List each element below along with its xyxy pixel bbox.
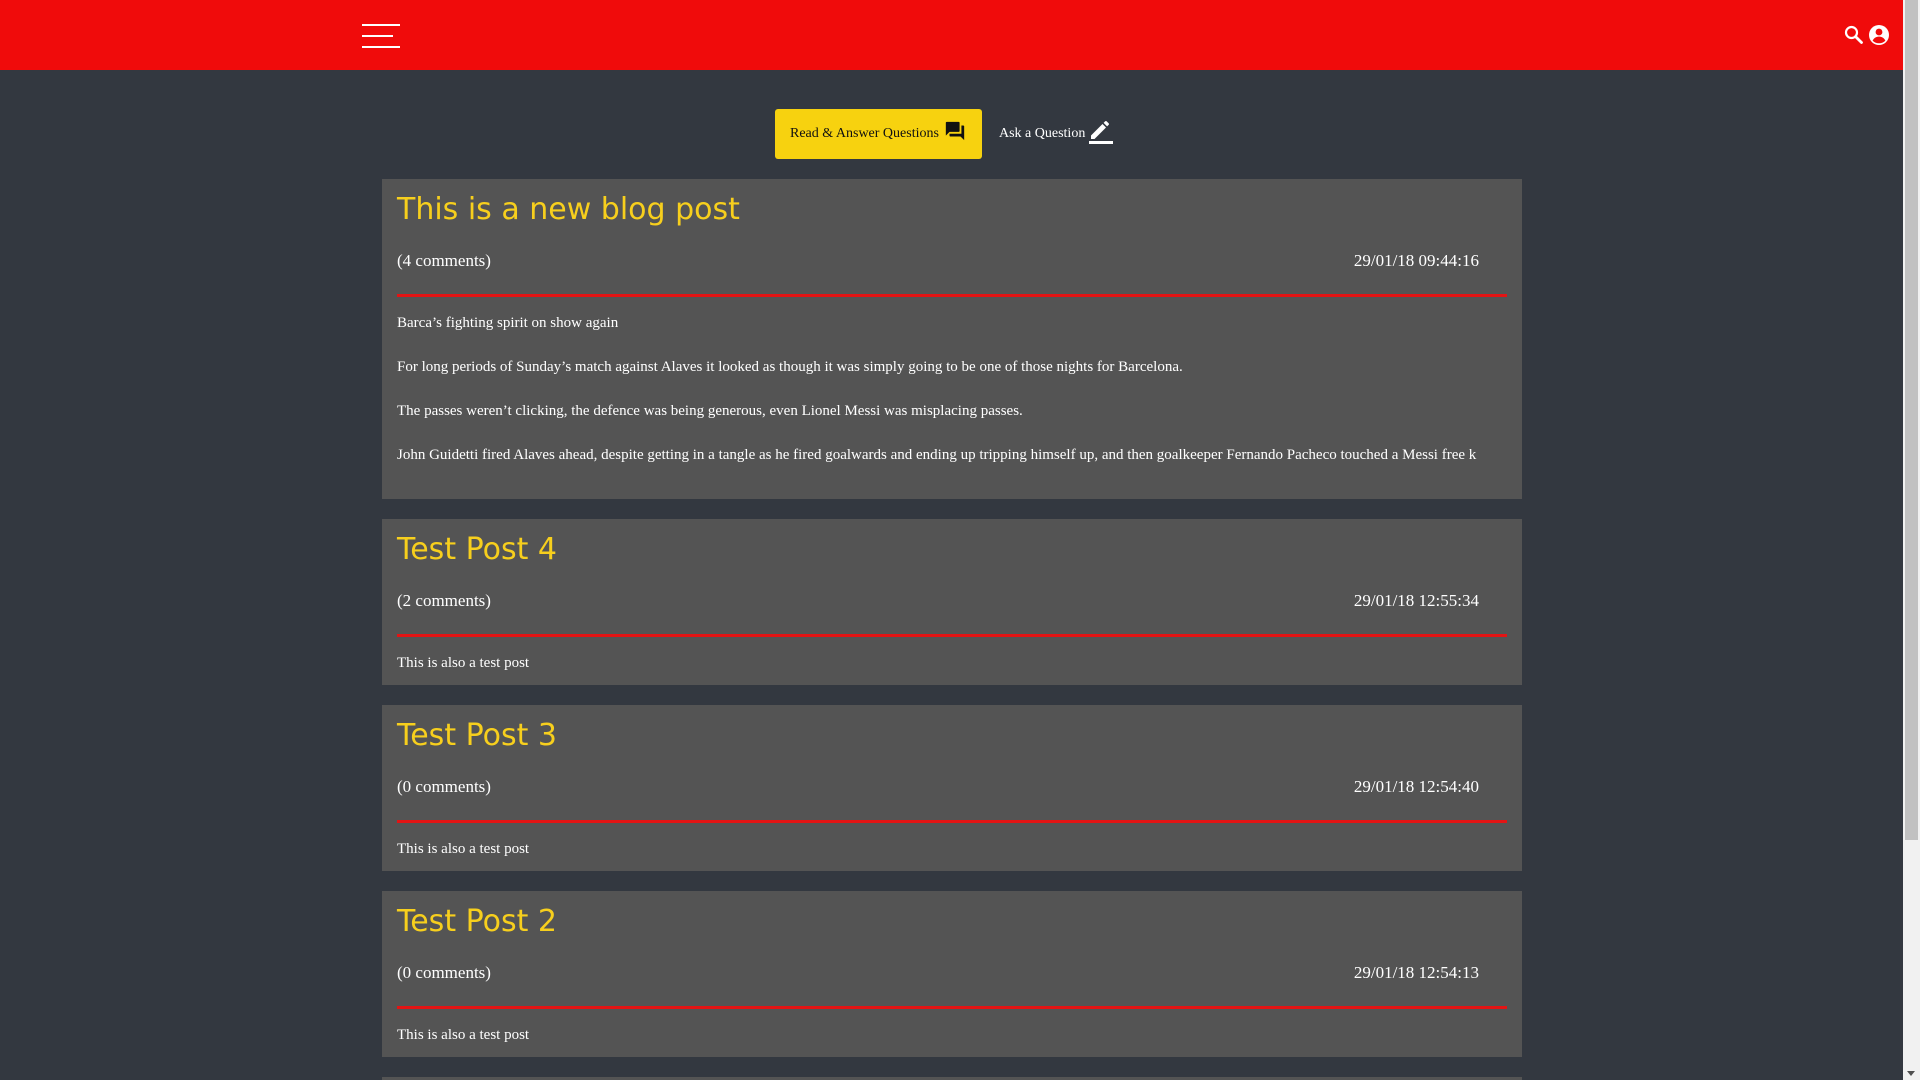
post-comments-count[interactable]: (4 comments) — [397, 251, 491, 271]
post-comments-count[interactable]: (2 comments) — [397, 591, 491, 611]
post-body: This is also a test post — [397, 838, 1507, 860]
post-date: 29/01/18 12:54:13 — [1353, 963, 1479, 982]
post-paragraph: This is also a test post — [397, 655, 530, 671]
post-date: 29/01/18 09:44:16 — [1353, 251, 1479, 270]
post-body: This is also a test post — [397, 1024, 1507, 1046]
post-card: Test Post 3 (0 comments) 29/01/18 12:54:… — [382, 705, 1522, 871]
ask-question-button[interactable]: Ask a Question — [995, 109, 1115, 159]
post-divider — [397, 820, 1507, 823]
post-divider — [397, 634, 1507, 637]
read-answer-questions-label: Read & Answer Questions — [790, 126, 939, 141]
post-date: 29/01/18 12:55:34 — [1353, 591, 1479, 610]
post-paragraph: For long periods of Sunday’s match again… — [397, 359, 1183, 375]
post-body: This is also a test post — [397, 652, 1507, 674]
post-comments-count[interactable]: (0 comments) — [397, 777, 491, 797]
account-circle-icon[interactable] — [1867, 23, 1891, 47]
search-icon[interactable] — [1842, 23, 1866, 47]
post-paragraph: Barca’s fighting spirit on show again — [397, 315, 619, 331]
post-paragraph: The passes weren’t clicking, the defence… — [397, 403, 1023, 419]
page: Read & Answer Questions Ask a Question T… — [0, 0, 1920, 1080]
top-app-bar — [0, 0, 1903, 70]
post-title[interactable]: Test Post 4 — [397, 533, 557, 567]
scroll-down-arrow-icon[interactable] — [1907, 1071, 1915, 1076]
pencil-icon — [1089, 121, 1114, 144]
ask-question-label: Ask a Question — [999, 126, 1086, 141]
post-paragraph: This is also a test post — [397, 841, 530, 857]
post-title[interactable]: This is a new blog post — [397, 193, 740, 227]
forum-icon — [945, 121, 965, 141]
post-divider — [397, 1006, 1507, 1009]
post-card: Test Post 4 (2 comments) 29/01/18 12:55:… — [382, 519, 1522, 685]
scrollbar-thumb[interactable] — [1905, 0, 1918, 840]
hamburger-menu-icon[interactable] — [362, 24, 400, 48]
post-title[interactable]: Test Post 2 — [397, 905, 557, 939]
post-body: Barca’s fighting spirit on show again Fo… — [397, 312, 1507, 466]
post-card: Test Post 2 (0 comments) 29/01/18 12:54:… — [382, 891, 1522, 1057]
post-date: 29/01/18 12:54:40 — [1353, 777, 1479, 796]
post-card: This is a new blog post (4 comments) 29/… — [382, 179, 1522, 499]
vertical-scrollbar[interactable] — [1903, 0, 1920, 1080]
post-paragraph: This is also a test post — [397, 1027, 530, 1043]
post-divider — [397, 294, 1507, 297]
read-answer-questions-button[interactable]: Read & Answer Questions — [775, 109, 982, 159]
post-paragraph: John Guidetti fired Alaves ahead, despit… — [397, 447, 1477, 463]
post-title[interactable]: Test Post 3 — [397, 719, 557, 753]
post-comments-count[interactable]: (0 comments) — [397, 963, 491, 983]
